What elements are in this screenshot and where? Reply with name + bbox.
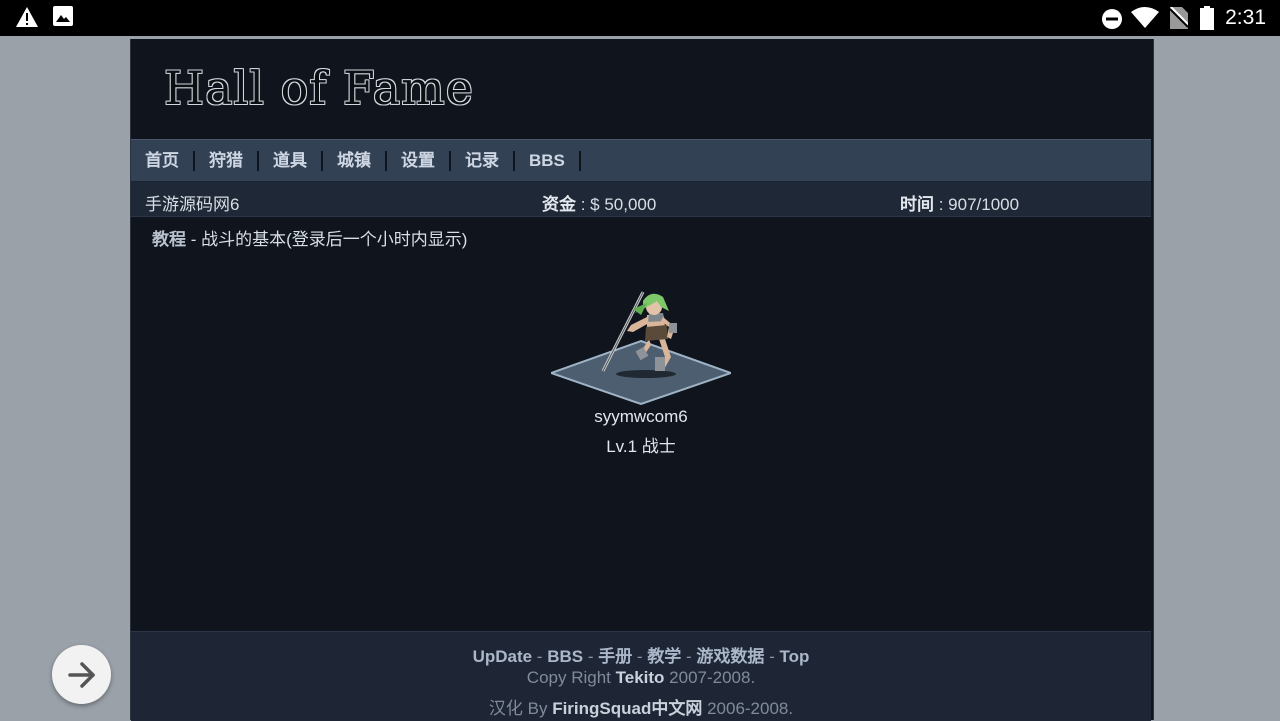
- footer-link-bbs[interactable]: BBS: [547, 647, 583, 666]
- copyright-line: Copy Right Tekito 2007-2008.: [131, 668, 1151, 688]
- arrow-right-icon: [67, 661, 95, 688]
- status-time: 2:31: [1225, 6, 1266, 29]
- site-footer: UpDate - BBS - 手册 - 教学 - 游戏数据 - Top Copy…: [131, 631, 1151, 721]
- site-header: Hall of Fame: [131, 39, 1153, 138]
- main-nav: 首页 狩猎 道具 城镇 设置 记录 BBS: [131, 139, 1151, 182]
- character-level: Lv.1 战士: [606, 437, 676, 456]
- localization-author[interactable]: FiringSquad中文网: [552, 699, 702, 718]
- time-value: : 907/1000: [934, 195, 1020, 214]
- footer-separator: -: [583, 647, 599, 666]
- copyright-prefix: Copy Right: [526, 668, 616, 687]
- copyright-author: Tekito: [615, 668, 665, 687]
- tutorial-text: - 战斗的基本(登录后一个小时内显示): [186, 230, 468, 249]
- nav-hunt[interactable]: 狩猎: [195, 150, 259, 171]
- next-arrow-button[interactable]: [52, 645, 111, 704]
- character-name: syymwcom6: [594, 407, 688, 426]
- footer-link-manual[interactable]: 手册: [598, 647, 632, 666]
- footer-separator: -: [532, 647, 548, 666]
- battery-icon: [1200, 6, 1214, 30]
- time-display: 时间 : 907/1000: [900, 190, 1019, 215]
- footer-separator: -: [764, 647, 780, 666]
- nav-settings[interactable]: 设置: [387, 150, 451, 171]
- site-title: Hall of Fame: [164, 61, 474, 115]
- footer-link-top[interactable]: Top: [780, 647, 810, 666]
- money-label: 资金: [542, 195, 576, 214]
- localization-years: 2006-2008.: [702, 699, 794, 718]
- footer-link-tutorial[interactable]: 教学: [647, 647, 681, 666]
- footer-separator: -: [681, 647, 697, 666]
- footer-separator: -: [632, 647, 648, 666]
- no-sim-icon: [1170, 7, 1188, 29]
- tutorial-link[interactable]: 教程: [152, 230, 186, 249]
- warning-icon: [16, 7, 38, 27]
- footer-link-update[interactable]: UpDate: [473, 647, 533, 666]
- time-label: 时间: [900, 195, 934, 214]
- nav-records[interactable]: 记录: [451, 150, 515, 171]
- image-icon: [53, 6, 73, 26]
- money-value: : $ 50,000: [576, 195, 657, 214]
- footer-links: UpDate - BBS - 手册 - 教学 - 游戏数据 - Top: [131, 642, 1151, 667]
- player-username: 手游源码网6: [145, 195, 240, 214]
- game-page: Hall of Fame 首页 狩猎 道具 城镇 设置 记录 BBS 手游源码网…: [130, 39, 1154, 721]
- money-display: 资金 : $ 50,000: [542, 190, 656, 215]
- nav-home[interactable]: 首页: [131, 150, 195, 171]
- nav-town[interactable]: 城镇: [323, 150, 387, 171]
- player-info-bar: 手游源码网6 资金 : $ 50,000 时间 : 907/1000: [131, 182, 1151, 217]
- copyright-years: 2007-2008.: [664, 668, 756, 687]
- do-not-disturb-icon: [1102, 9, 1122, 29]
- nav-bbs[interactable]: BBS: [515, 150, 581, 171]
- footer-link-game-data[interactable]: 游戏数据: [696, 647, 764, 666]
- nav-items[interactable]: 道具: [259, 150, 323, 171]
- tutorial-notice: 教程 - 战斗的基本(登录后一个小时内显示): [152, 225, 467, 250]
- wifi-icon: [1131, 7, 1159, 28]
- status-bar: 2:31: [0, 0, 1280, 36]
- localization-credit: 汉化 By FiringSquad中文网 2006-2008.: [131, 694, 1151, 719]
- localization-prefix: 汉化 By: [488, 699, 553, 718]
